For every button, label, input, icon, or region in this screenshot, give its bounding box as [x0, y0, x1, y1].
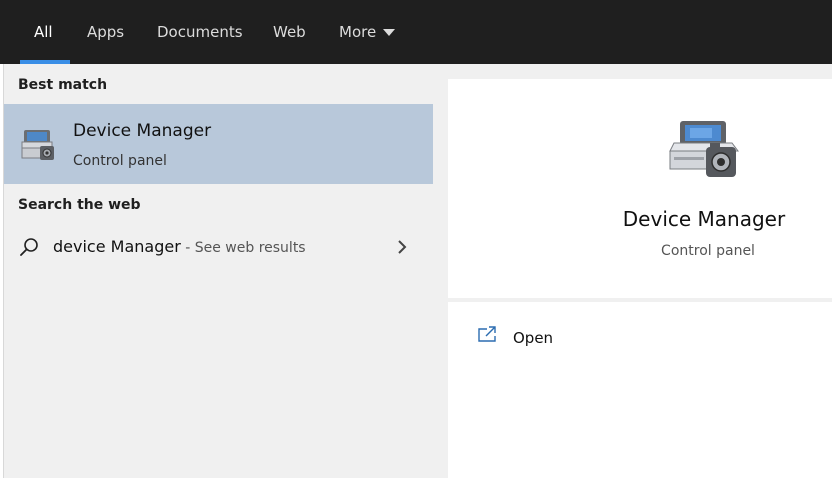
chevron-right-icon[interactable] [396, 238, 408, 256]
search-icon [20, 238, 38, 256]
search-web-header: Search the web [18, 197, 141, 213]
tab-web-label: Web [273, 23, 306, 41]
results-list: Best match Device Manager Control panel … [4, 64, 433, 478]
open-action[interactable]: Open [448, 319, 832, 359]
tab-more-label: More [339, 23, 377, 41]
search-scope-tabs: All Apps Documents Web More [0, 0, 832, 64]
tab-all-label: All [34, 23, 53, 41]
best-match-device-manager[interactable]: Device Manager Control panel [4, 104, 433, 184]
chevron-down-icon [383, 29, 396, 36]
best-match-title: Device Manager [73, 121, 212, 141]
tab-all[interactable]: All [34, 0, 53, 64]
web-search-result[interactable]: device Manager - See web results [4, 227, 433, 267]
preview-pane: Device Manager Control panel Open [448, 79, 832, 478]
tab-web[interactable]: Web [273, 0, 306, 64]
best-match-header: Best match [18, 77, 108, 93]
best-match-subtitle: Control panel [73, 153, 167, 169]
device-manager-icon [21, 130, 54, 160]
preview-title: Device Manager [622, 207, 786, 231]
web-results-suffix: - See web results [180, 240, 306, 256]
tab-more[interactable]: More [339, 0, 396, 64]
open-icon [478, 326, 496, 342]
open-label: Open [513, 329, 554, 347]
preview-divider [448, 298, 832, 302]
tab-documents[interactable]: Documents [157, 0, 243, 64]
tab-documents-label: Documents [157, 23, 243, 41]
tab-apps[interactable]: Apps [87, 0, 124, 64]
web-query: device Manager [53, 237, 181, 256]
preview-subtitle: Control panel [661, 243, 755, 259]
device-manager-icon-large [669, 121, 739, 177]
web-query-text: device Manager - See web results [53, 237, 306, 256]
tab-apps-label: Apps [87, 23, 125, 41]
